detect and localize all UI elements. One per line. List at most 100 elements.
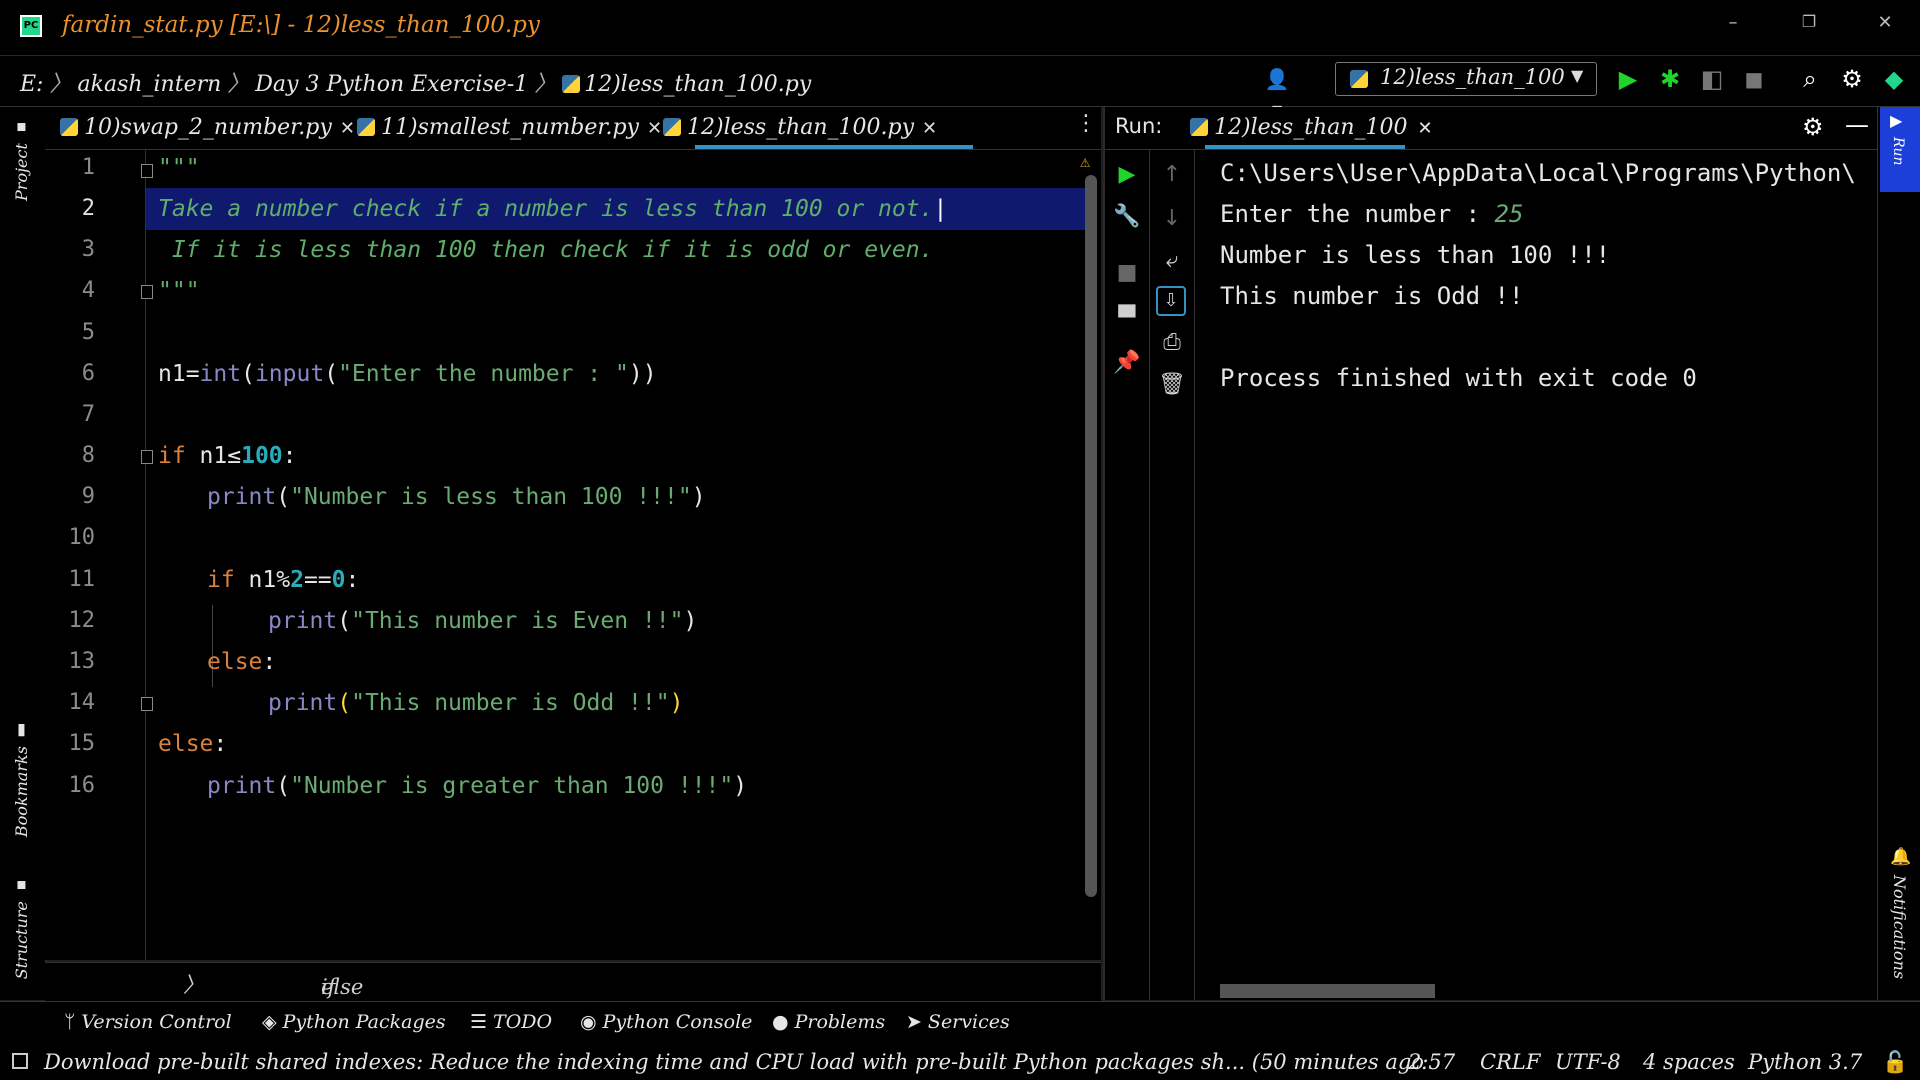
python-file-icon	[663, 118, 681, 136]
line-number: 4	[81, 278, 95, 303]
editor-vertical-scrollbar[interactable]	[1085, 175, 1097, 897]
search-icon[interactable]: ⌕	[1795, 64, 1825, 94]
gear-icon[interactable]: ⚙	[1837, 64, 1867, 94]
run-toolbar-primary: ▶ 🔧 ■ ▀ 📌	[1105, 150, 1150, 1000]
run-configuration-select[interactable]: 12)less_than_100 ▼	[1335, 62, 1597, 96]
close-tab-icon[interactable]: ✕	[340, 118, 355, 139]
run-side-label: Run	[1890, 137, 1906, 166]
fold-marker-icon[interactable]	[141, 164, 153, 178]
run-tab[interactable]: 12)less_than_100 ✕	[1190, 107, 1433, 149]
code-token: print	[207, 484, 277, 510]
warning-icon[interactable]: ⚠	[1080, 152, 1090, 172]
close-button[interactable]: ✕	[1870, 12, 1900, 33]
title-bar: PC fardin_stat.py [E:\] - 12)less_than_1…	[0, 0, 1920, 56]
line-number: 15	[68, 731, 96, 756]
project-tool-button[interactable]: Project ▪	[12, 119, 31, 201]
tab-python-packages[interactable]: ◈ Python Packages	[262, 1011, 446, 1033]
stop-icon[interactable]: ■	[1739, 64, 1769, 94]
unlock-icon[interactable]: 🔓	[1882, 1050, 1908, 1075]
arrow-up-icon[interactable]: ↑	[1150, 162, 1194, 187]
active-tab-indicator	[695, 145, 973, 149]
tab-python-console[interactable]: ◉ Python Console	[580, 1011, 752, 1033]
run-icon[interactable]: ▶	[1613, 64, 1643, 94]
line-number-gutter	[45, 150, 146, 960]
rerun-icon[interactable]: ▶	[1105, 162, 1149, 187]
more-tabs-icon[interactable]: ⋮	[1075, 111, 1097, 136]
code-token: :	[345, 567, 360, 593]
line-number: 2	[81, 196, 95, 221]
code-token: "Enter the number : "	[338, 361, 629, 387]
breadcrumb-drive[interactable]: E:	[20, 72, 43, 97]
tab-less-than-100[interactable]: 12)less_than_100.py ✕	[663, 107, 937, 149]
hide-panel-icon[interactable]: —	[1845, 111, 1869, 139]
line-number: 6	[81, 361, 95, 386]
coverage-icon[interactable]: ◧	[1697, 64, 1727, 94]
tab-swap-2-number[interactable]: 10)swap_2_number.py ✕	[60, 107, 355, 149]
interpreter[interactable]: Python 3.7	[1748, 1050, 1862, 1074]
tab-label: Services	[927, 1011, 1010, 1033]
line-separator[interactable]: CRLF	[1480, 1050, 1540, 1074]
code-token: n1=	[158, 361, 200, 387]
console-horizontal-scrollbar[interactable]	[1220, 984, 1435, 998]
pin-icon[interactable]: 📌	[1105, 350, 1149, 375]
stop-icon[interactable]: ■	[1105, 260, 1149, 285]
code-token: if	[207, 567, 235, 593]
fold-marker-icon[interactable]	[141, 697, 153, 711]
structure-tool-button[interactable]: Structure ▪	[12, 877, 31, 979]
breadcrumb-subfolder[interactable]: Day 3 Python Exercise-1	[255, 72, 528, 97]
code-line-8: if n1≤100:	[158, 443, 297, 469]
toggle-tool-windows-icon[interactable]	[12, 1053, 28, 1069]
code-token: else	[158, 731, 214, 757]
editor-tab-bar: 10)swap_2_number.py ✕ 11)smallest_number.…	[45, 107, 1101, 150]
debug-icon[interactable]: ✱	[1655, 64, 1685, 94]
user-account-icon[interactable]: 👤▾	[1262, 64, 1292, 121]
soft-wrap-icon[interactable]: ⤶	[1150, 248, 1194, 273]
code-with-me-icon[interactable]: ◆	[1879, 64, 1909, 94]
bookmarks-tool-button[interactable]: Bookmarks ▮	[12, 722, 31, 837]
status-message[interactable]: Download pre-built shared indexes: Reduc…	[44, 1050, 1424, 1074]
code-line-9: print("Number is less than 100 !!!")	[207, 484, 706, 510]
restore-button[interactable]: ❐	[1794, 12, 1824, 31]
close-tab-icon[interactable]: ✕	[922, 118, 937, 139]
code-editor[interactable]: 1 2 3 4 5 6 7 8 9 10 11 12 13 14 15 16 "…	[45, 150, 1101, 1023]
code-token: int	[199, 361, 242, 387]
breadcrumb-folder[interactable]: akash_intern	[78, 72, 222, 97]
tab-services[interactable]: ➤ Services	[906, 1011, 1010, 1033]
code-token: input	[254, 361, 325, 387]
close-tab-icon[interactable]: ✕	[647, 118, 662, 139]
console-output[interactable]: C:\Users\User\AppData\Local\Programs\Pyt…	[1220, 153, 1856, 399]
caret-position[interactable]: 2:57	[1408, 1050, 1455, 1074]
close-tab-icon[interactable]: ✕	[1418, 118, 1433, 139]
trash-icon[interactable]: 🗑	[1150, 372, 1194, 397]
editor-breadcrumb-path[interactable]: if n1<=100 〉 else	[183, 969, 423, 1023]
tab-problems[interactable]: ● Problems	[772, 1011, 885, 1033]
breadcrumb-item: else	[321, 975, 364, 999]
code-line-2: Take a number check if a number is less …	[158, 196, 947, 222]
code-line-1: """	[158, 155, 200, 181]
indent-setting[interactable]: 4 spaces	[1643, 1050, 1735, 1074]
tab-version-control[interactable]: ᛘ Version Control	[64, 1011, 232, 1033]
chevron-down-icon: ▼	[1571, 66, 1584, 85]
layout-icon[interactable]: ▀	[1105, 306, 1149, 331]
navigation-bar: E: 〉 akash_intern 〉 Day 3 Python Exercise-1 〉…	[0, 56, 1920, 121]
pycharm-logo-icon: PC	[20, 15, 42, 37]
gear-icon[interactable]: ⚙	[1802, 113, 1824, 141]
line-number: 7	[81, 402, 95, 427]
bell-icon[interactable]: 🔔	[1890, 847, 1911, 867]
breadcrumb-file[interactable]: 12)less_than_100.py	[584, 72, 811, 97]
tab-smallest-number[interactable]: 11)smallest_number.py ✕	[357, 107, 662, 149]
arrow-down-icon[interactable]: ↓	[1150, 206, 1194, 231]
print-icon[interactable]: ⎙	[1150, 330, 1194, 355]
file-encoding[interactable]: UTF-8	[1555, 1050, 1621, 1074]
minimize-button[interactable]: –	[1718, 12, 1748, 33]
python-file-icon	[60, 118, 78, 136]
wrench-icon[interactable]: 🔧	[1105, 204, 1149, 229]
fold-marker-icon[interactable]	[141, 285, 153, 299]
run-side-button[interactable]: ▶ Run	[1880, 107, 1920, 192]
notifications-tool-button[interactable]: Notifications	[1890, 875, 1909, 979]
tab-todo[interactable]: ☰ TODO	[470, 1011, 552, 1033]
code-token: :	[282, 443, 297, 469]
left-tool-strip: Project ▪ Bookmarks ▮ Structure ▪	[0, 107, 46, 1000]
scroll-to-end-icon[interactable]: ⇩	[1156, 286, 1186, 316]
fold-marker-icon[interactable]	[141, 450, 153, 464]
